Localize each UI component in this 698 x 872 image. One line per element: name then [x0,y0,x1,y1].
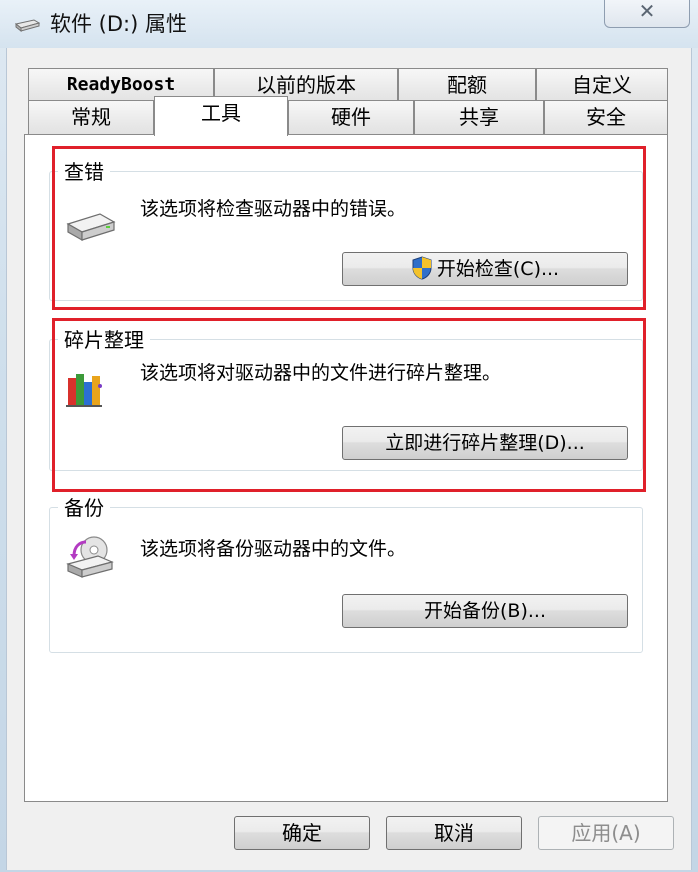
error-check-group: 查错 该选项将检查驱动器中的错误。 开始检查(C)... [49,156,643,301]
defrag-now-button[interactable]: 立即进行碎片整理(D)... [342,426,628,460]
tab-sharing[interactable]: 共享 [414,100,544,134]
defrag-now-label: 立即进行碎片整理(D)... [385,432,585,454]
window-title: 软件 (D:) 属性 [50,12,187,36]
tab-hardware[interactable]: 硬件 [288,100,414,134]
cancel-button[interactable]: 取消 [386,816,522,850]
tab-security[interactable]: 安全 [544,100,668,134]
defrag-group: 碎片整理 该选项将对驱动器中的文件进行碎片整理。 立即进行碎片整理(D)... [49,324,643,471]
uac-shield-icon [412,256,432,280]
apply-button[interactable]: 应用(A) [538,816,674,850]
tab-tools[interactable]: 工具 [154,96,288,136]
close-icon: ✕ [638,0,656,23]
ok-button[interactable]: 确定 [234,816,370,850]
backup-icon [66,536,114,578]
start-check-label: 开始检查(C)... [436,258,560,280]
defrag-icon [66,374,102,407]
close-button[interactable]: ✕ [604,0,690,28]
tab-general[interactable]: 常规 [28,100,154,134]
defrag-label: 碎片整理 [58,324,150,353]
start-check-button[interactable]: 开始检查(C)... [342,252,628,286]
backup-group: 备份 该选项将备份驱动器中的文件。 开始备份(B)... [49,492,643,653]
tools-panel: 查错 该选项将检查驱动器中的错误。 开始检查(C)... 碎片整理 该选项将对驱… [24,134,668,802]
start-backup-label: 开始备份(B)... [424,600,546,622]
title-bar: 软件 (D:) 属性 ✕ [0,0,698,48]
tab-quota[interactable]: 配额 [398,68,536,102]
start-backup-button[interactable]: 开始备份(B)... [342,594,628,628]
drive-icon [14,19,40,32]
backup-description: 该选项将备份驱动器中的文件。 [140,538,407,560]
tab-customize[interactable]: 自定义 [536,68,668,102]
error-check-description: 该选项将检查驱动器中的错误。 [140,198,407,220]
error-check-label: 查错 [58,156,110,185]
hard-drive-icon [66,213,116,242]
backup-label: 备份 [58,492,110,521]
defrag-description: 该选项将对驱动器中的文件进行碎片整理。 [140,362,502,384]
